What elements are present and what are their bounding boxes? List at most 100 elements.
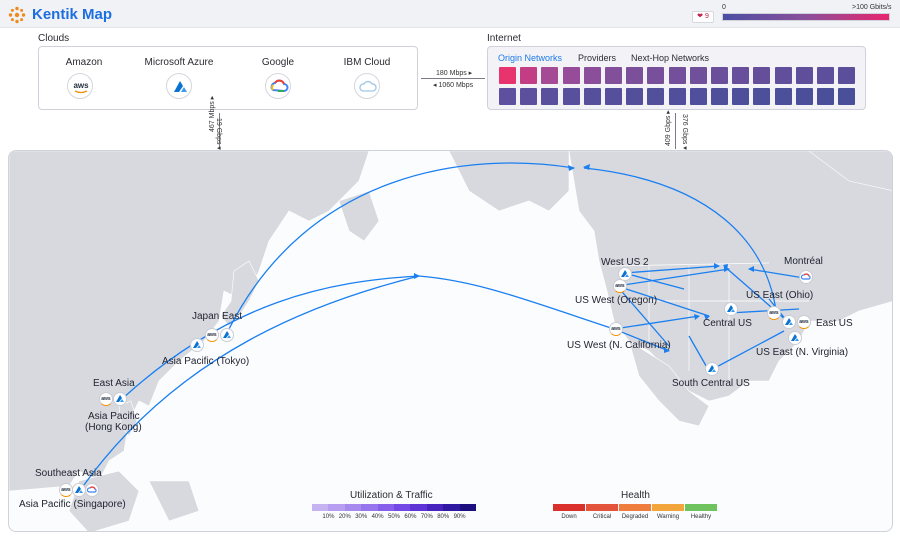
network-cell[interactable] — [689, 67, 707, 84]
kentik-logo-icon — [8, 6, 26, 24]
tab-providers[interactable]: Providers — [578, 53, 616, 63]
label-southeast-asia: Southeast Asia — [35, 468, 102, 479]
aws-node-icon[interactable]: aws — [613, 279, 627, 293]
network-cell[interactable] — [795, 67, 813, 84]
tab-origin-networks[interactable]: Origin Networks — [498, 53, 562, 63]
label-asia-pacific-tokyo: Asia Pacific (Tokyo) — [162, 356, 250, 367]
azure-node-icon[interactable] — [72, 483, 86, 497]
network-cell[interactable] — [583, 67, 601, 84]
ibm-cloud-icon[interactable] — [354, 73, 380, 99]
google-cloud-node-icon[interactable] — [799, 270, 813, 284]
world-map[interactable]: aws aws aws aws aws aws aws Japan East Asia Pa… — [8, 150, 893, 532]
network-cell[interactable] — [774, 67, 792, 84]
network-cell[interactable] — [605, 88, 622, 105]
health-legend-swatch — [652, 504, 684, 511]
network-cell[interactable] — [647, 88, 665, 105]
network-cell[interactable] — [647, 67, 665, 84]
network-cell[interactable] — [520, 67, 538, 84]
network-cell[interactable] — [562, 67, 580, 84]
network-cell[interactable] — [838, 67, 856, 84]
label-east-us: East US — [816, 318, 853, 329]
cloud-google-label[interactable]: Google — [233, 57, 323, 68]
internet-map-in-label: 376 Gbps ▾ — [681, 114, 688, 150]
network-cell[interactable] — [562, 88, 580, 105]
label-south-central-us: South Central US — [672, 378, 750, 389]
network-cell[interactable] — [583, 88, 601, 105]
google-cloud-node-icon[interactable] — [85, 483, 99, 497]
health-legend-swatch — [685, 504, 717, 511]
utilization-legend-swatch — [312, 504, 329, 511]
network-cell[interactable] — [605, 67, 622, 84]
network-cell[interactable] — [817, 67, 834, 84]
utilization-legend-swatch — [459, 504, 476, 511]
network-cell[interactable] — [689, 88, 707, 105]
label-us-east-ohio: US East (Ohio) — [746, 290, 814, 301]
network-cell[interactable] — [774, 88, 792, 105]
label-asia-pacific-hk-1: Asia Pacific — [88, 411, 140, 422]
aws-icon[interactable]: aws — [67, 73, 93, 99]
utilization-tick-label: 90% — [453, 514, 466, 520]
aws-node-icon[interactable]: aws — [59, 483, 73, 497]
network-cell[interactable] — [668, 88, 686, 105]
azure-node-icon[interactable] — [724, 302, 738, 316]
azure-node-icon[interactable] — [220, 328, 234, 342]
network-cell[interactable] — [499, 67, 516, 84]
cloud-ibm-label[interactable]: IBM Cloud — [322, 57, 412, 68]
utilization-legend-title: Utilization & Traffic — [350, 490, 433, 501]
land-masses — [9, 151, 892, 531]
aws-node-icon[interactable]: aws — [205, 328, 219, 342]
network-cell[interactable] — [668, 67, 686, 84]
network-cell[interactable] — [711, 88, 728, 105]
network-cell[interactable] — [795, 88, 813, 105]
health-legend-label: Degraded — [621, 514, 649, 520]
alert-count: 9 — [704, 13, 709, 20]
aws-node-icon[interactable]: aws — [99, 392, 113, 406]
utilization-tick-label: 60% — [404, 514, 417, 520]
azure-node-icon[interactable] — [113, 392, 127, 406]
utilization-tick-label: 70% — [420, 514, 433, 520]
network-cell[interactable] — [732, 88, 750, 105]
utilization-legend-swatch — [426, 504, 444, 511]
network-cell[interactable] — [499, 88, 516, 105]
cloud-azure-label[interactable]: Microsoft Azure — [134, 57, 224, 68]
network-cell[interactable] — [838, 88, 856, 105]
cloud-amazon-label[interactable]: Amazon — [39, 57, 129, 68]
tab-next-hop-networks[interactable]: Next-Hop Networks — [631, 53, 709, 63]
google-cloud-icon[interactable] — [265, 73, 291, 99]
health-legend-title: Health — [621, 490, 650, 501]
utilization-tick-label: 20% — [338, 514, 351, 520]
network-cell[interactable] — [711, 67, 728, 84]
clouds-map-in-label: 19 Gbps ▾ — [215, 118, 222, 150]
azure-node-icon[interactable] — [788, 331, 802, 345]
network-cell[interactable] — [520, 88, 538, 105]
utilization-legend-swatch — [328, 504, 345, 511]
azure-node-icon[interactable] — [190, 338, 204, 352]
utilization-tick-label: 80% — [437, 514, 450, 520]
network-cell[interactable] — [753, 88, 771, 105]
aws-node-icon[interactable]: aws — [797, 315, 811, 329]
health-legend-label: Down — [561, 514, 577, 520]
network-cell[interactable] — [817, 88, 834, 105]
scale-min-label: 0 — [722, 4, 726, 11]
network-cell[interactable] — [753, 67, 771, 84]
clouds-internet-in-label: ◂ 1060 Mbps — [433, 82, 474, 89]
network-cell[interactable] — [541, 67, 559, 84]
alert-badge[interactable]: ❤ 9 — [692, 11, 714, 23]
aws-node-icon[interactable]: aws — [767, 306, 781, 320]
label-us-west-n-california: US West (N. California) — [567, 340, 671, 351]
health-legend-label: Warning — [656, 514, 680, 520]
health-legend-swatch — [553, 504, 585, 511]
app-header: Kentik Map ❤ 9 0 >100 Gbits/s — [0, 0, 900, 28]
network-cell[interactable] — [541, 88, 559, 105]
utilization-legend-swatch — [410, 504, 427, 511]
azure-icon[interactable] — [166, 73, 192, 99]
label-central-us: Central US — [703, 318, 752, 329]
azure-node-icon[interactable] — [705, 362, 719, 376]
label-asia-pacific-singapore: Asia Pacific (Singapore) — [19, 499, 126, 510]
utilization-tick-label: 30% — [355, 514, 368, 520]
network-cell[interactable] — [732, 67, 750, 84]
azure-node-icon[interactable] — [782, 315, 796, 329]
network-cell[interactable] — [626, 67, 644, 84]
aws-node-icon[interactable]: aws — [609, 322, 623, 336]
network-cell[interactable] — [626, 88, 644, 105]
